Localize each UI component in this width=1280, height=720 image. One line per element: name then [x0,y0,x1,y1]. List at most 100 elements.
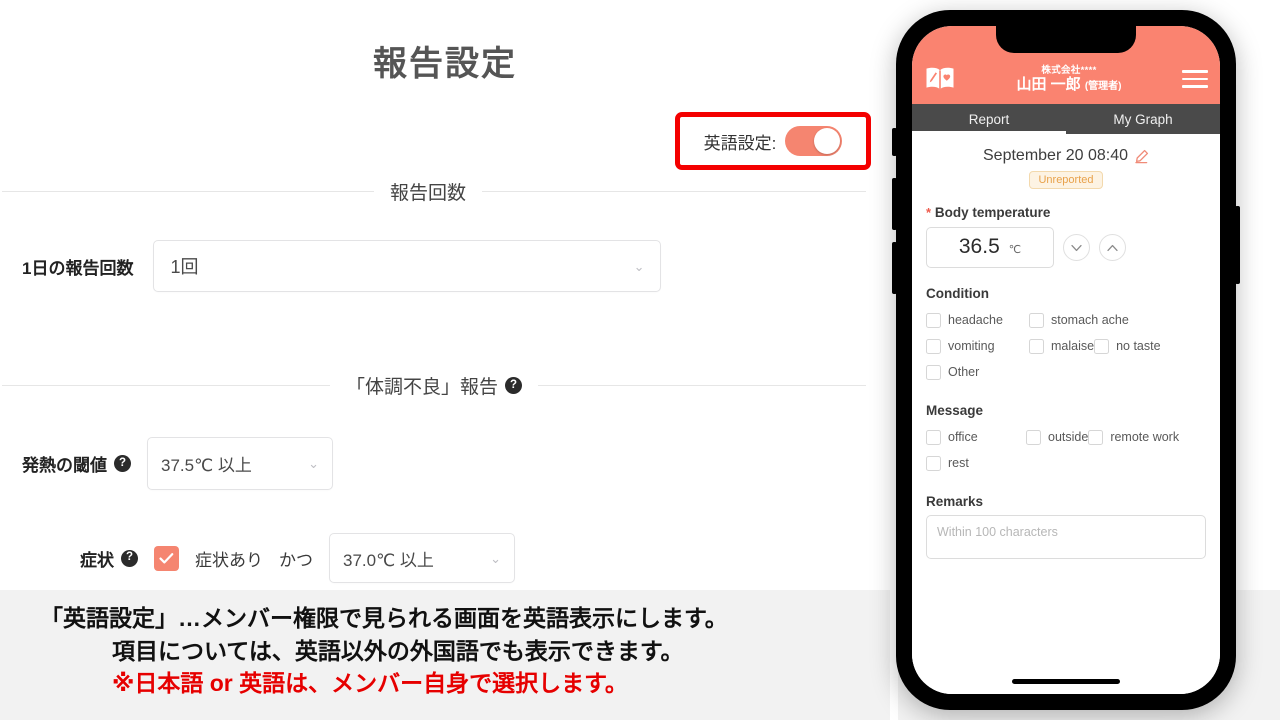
message-group-title: Message [926,403,984,418]
field-row-symptom: 症状 ? 症状あり かつ 37.0℃ 以上 ⌄ [80,533,515,583]
body-temperature-unit: ℃ [1008,244,1022,256]
user-role-text: (管理者) [1084,81,1122,93]
fever-threshold-select[interactable]: 37.5℃ 以上 ⌄ [147,437,333,490]
app-header-user-info: 株式会社**** 山田 一郎 (管理者) [956,65,1182,94]
checkbox-box [1029,338,1044,354]
help-icon[interactable]: ? [505,377,523,394]
section-title: 「体調不良」報告 ? [346,372,523,399]
body-temperature-input[interactable]: 36.5 ℃ [926,227,1054,268]
symptom-threshold-value: 37.0℃ 以上 [343,550,434,570]
phone-screen: 株式会社**** 山田 一郎 (管理者) Report My Graph Sep… [912,26,1220,694]
section-title-text: 報告回数 [390,183,467,204]
body-temperature-value: 36.5 [958,235,1000,258]
condition-group-title: Condition [926,286,989,301]
caption-band: 「英語設定」…メンバー権限で見られる画面を英語表示にします。 項目については、英… [0,590,890,720]
report-date-text: September 20 08:40 [983,147,1128,164]
checkbox-box [1026,429,1041,445]
checkbox-other[interactable]: Other [926,359,979,385]
report-count-label: 1日の報告回数 [22,258,134,278]
english-setting-toggle[interactable] [785,126,843,156]
divider-line-right [482,191,866,192]
symptom-conjunction: かつ [279,550,313,570]
checkbox-label: malaise [1051,339,1095,353]
caption-line-1: 「英語設定」…メンバー権限で見られる画面を英語表示にします。 [40,605,728,631]
field-row-fever-threshold: 発熱の閾値 ? 37.5℃ 以上 ⌄ [22,437,333,490]
section-title: 報告回数 [390,178,466,205]
remarks-group-title: Remarks [926,494,984,509]
checkbox-label: stomach ache [1051,313,1129,327]
toggle-knob [814,128,841,154]
report-count-value: 1回 [170,257,199,277]
body-temperature-label: * Body temperature [926,205,1206,220]
phone-power-button[interactable] [1235,206,1240,284]
symptom-label: 症状 ? [80,546,138,571]
divider-line-left [2,191,374,192]
fever-threshold-value: 37.5℃ 以上 [161,456,252,475]
symptom-checkbox-text: 症状あり [195,550,263,570]
phone-home-indicator [1012,679,1120,684]
fever-threshold-label: 発熱の閾値 ? [22,451,131,476]
chevron-down-icon: ⌄ [633,258,645,274]
checkbox-label: office [948,430,978,444]
chevron-down-icon: ⌄ [490,550,501,566]
checkbox-box [1088,429,1104,445]
checkbox-stomach-ache[interactable]: stomach ache [1029,307,1129,333]
checkbox-office[interactable]: office [926,424,1026,450]
body-temperature-row: 36.5 ℃ [926,227,1206,268]
company-name: 株式会社**** [1041,65,1097,77]
checkbox-rest[interactable]: rest [926,450,969,476]
checkbox-malaise[interactable]: malaise [1029,333,1094,359]
body-temperature-label-text: Body temperature [934,205,1051,220]
checkbox-box [1029,312,1044,328]
condition-checkbox-grid: headache stomach ache vomiting malaise n… [926,307,1206,385]
english-setting-highlight-box: 英語設定: [675,112,871,170]
hamburger-bar [1182,70,1208,73]
checkbox-box [926,455,941,471]
symptom-checkbox[interactable] [154,545,179,571]
checkbox-remote-work[interactable]: remote work [1088,424,1188,450]
checkbox-headache[interactable]: headache [926,307,1029,333]
help-icon[interactable]: ? [114,455,131,472]
phone-volume-down-button[interactable] [892,242,897,294]
report-count-select[interactable]: 1回 ⌄ [153,240,662,292]
page-title: 報告設定 [373,45,517,83]
checkbox-vomiting[interactable]: vomiting [926,333,1029,359]
chevron-down-icon: ⌄ [308,456,319,471]
checkbox-label: rest [948,456,969,470]
hamburger-bar [1182,77,1208,81]
checkbox-label: vomiting [948,339,995,353]
help-icon[interactable]: ? [121,549,138,567]
chevron-up-icon[interactable] [1099,234,1126,261]
hamburger-bar [1182,85,1208,88]
checkbox-no-taste[interactable]: no taste [1094,333,1197,359]
caption-line-2: 項目については、英語以外の外国語でも表示できます。 [112,637,684,664]
section-heading-illness-report: 「体調不良」報告 ? [0,372,868,399]
checkbox-box [926,364,941,380]
symptom-threshold-select[interactable]: 37.0℃ 以上 ⌄ [329,533,515,583]
message-checkbox-grid: office outside remote work rest [926,424,1206,476]
phone-mockup: 株式会社**** 山田 一郎 (管理者) Report My Graph Sep… [892,10,1240,710]
section-title-text: 「体調不良」報告 [346,377,499,398]
checkbox-label: remote work [1110,430,1180,444]
checkbox-label: headache [948,313,1003,327]
hamburger-menu-icon[interactable] [1182,70,1208,88]
book-heart-pen-icon [924,65,956,91]
divider-line-right [538,385,867,386]
tab-report[interactable]: Report [912,104,1066,134]
english-setting-label: 英語設定: [703,133,777,153]
checkbox-label: Other [948,365,980,379]
caption-line-3: ※日本語 or 英語は、メンバー自身で選択します。 [112,670,628,697]
phone-volume-up-button[interactable] [892,178,897,230]
status-badge: Unreported [1029,171,1103,189]
checkbox-outside[interactable]: outside [1026,424,1088,450]
user-name-text: 山田 一郎 [1016,76,1081,94]
remarks-input[interactable]: Within 100 characters [926,515,1206,559]
required-mark: * [926,205,932,220]
field-row-report-count: 1日の報告回数 1回 ⌄ [22,240,662,292]
pencil-edit-icon[interactable] [1134,149,1149,164]
chevron-down-icon[interactable] [1063,234,1090,261]
phone-silent-switch[interactable] [892,128,897,156]
screenshot-canvas: 報告設定 英語設定: 報告回数 1日の報告回数 1回 ⌄ 「体調不良」報告 ? … [0,0,1280,720]
checkbox-box [926,429,941,445]
tab-my-graph[interactable]: My Graph [1066,104,1220,134]
